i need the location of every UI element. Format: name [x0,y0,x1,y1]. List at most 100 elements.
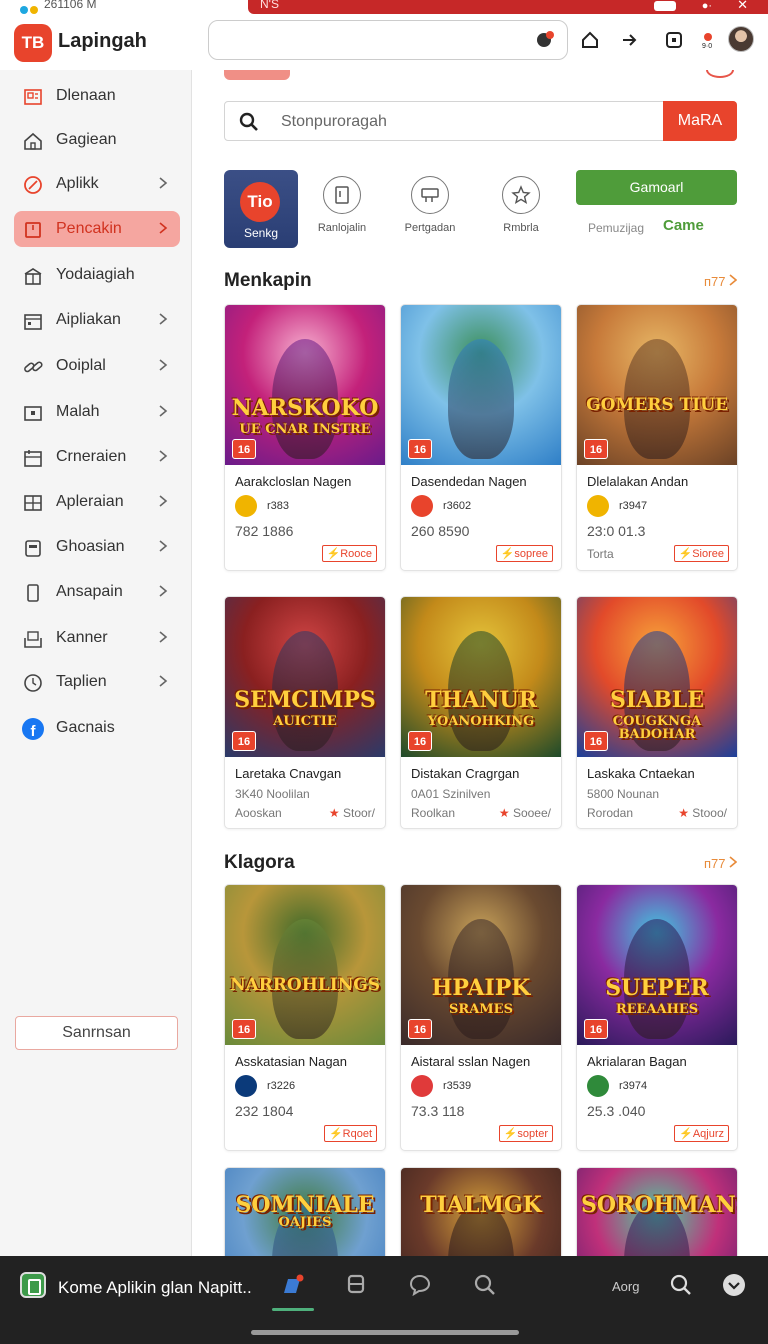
sidebar-item-label: Ooiplal [56,357,106,374]
notification-banner[interactable]: N'S ●· ✕ [248,0,768,14]
home-icon [24,132,42,150]
home-indicator [251,1330,519,1335]
game-card[interactable]: GOMERS TIUE 16 Dlelalakan Andan r3947 23:0 0… [576,304,738,571]
game-artwork: HPAIPK SRAMES 16 [401,885,561,1045]
rating[interactable]: ★ Stoor/ [329,806,375,820]
sidebar-item[interactable]: Pencakin [14,211,180,247]
sidebar-item[interactable]: Dlenaan [14,78,180,114]
main-search-field[interactable]: Stonpuroragah MaRA [224,101,737,141]
game-card[interactable]: HPAIPK SRAMES 16 Aistaral sslan Nagen r3539 7… [400,884,562,1151]
get-button[interactable]: ⚡Rooce [321,545,377,562]
game-card[interactable]: 16 Dasendedan Nagen r3602 260 8590 ⚡sopree [400,304,562,571]
game-card[interactable]: SOROHMANS [576,1167,738,1256]
user-avatar[interactable] [728,26,754,52]
sidebar-item[interactable]: f Gacnais [14,710,180,746]
get-button[interactable]: ⚡Aqjurz [674,1125,729,1142]
tablet-icon[interactable] [660,26,688,54]
get-button[interactable]: ⚡Sioree [673,545,729,562]
sidebar-item[interactable]: Ansapain [14,574,180,610]
chevron-right-icon [159,540,168,552]
search-button[interactable]: MaRA [663,101,737,141]
sidebar-item[interactable]: Apleraian [14,484,180,520]
top-search-input[interactable] [208,20,568,60]
game-title: Dlelalakan Andan [587,474,689,489]
close-icon[interactable]: ✕ [737,0,748,13]
green-link[interactable]: Came [663,217,704,234]
get-button[interactable]: ⚡sopter [498,1125,553,1142]
game-card[interactable]: NARSKOKO UE CNAR INSTRE 16 Aarakcloslan Nag… [224,304,386,571]
section-more-link[interactable]: ᴨ77 [704,274,738,289]
phone-icon [27,584,39,602]
sidebar-footer-button[interactable]: Sanrnsan [15,1016,178,1050]
age-badge: 16 [584,731,608,751]
sidebar-item[interactable]: Gagiean [14,122,180,158]
search-icon[interactable] [473,1273,497,1297]
category-item[interactable]: Ranlojalin [302,176,382,234]
sidebar-item[interactable]: Ghoasian [14,529,180,565]
game-title: Laskaka Cntaekan [587,766,695,781]
status-time: 261106 M [44,0,97,11]
battery-icon [654,1,676,11]
category-item[interactable]: Pertgadan [390,176,470,234]
home-icon[interactable] [576,26,604,54]
game-card[interactable]: SEMCIMPS AUICTIE 16 Laretaka Cnavgan 3K40 No… [224,596,386,829]
age-badge: 16 [408,1019,432,1039]
sidebar-item[interactable]: Crneraien [14,439,180,475]
sidebar-item[interactable]: Kanner [14,620,180,656]
link-icon [24,361,43,373]
get-button[interactable]: ⚡sopree [495,545,553,562]
rating[interactable]: ★ Sooee/ [499,806,551,820]
bus-icon[interactable] [344,1273,368,1297]
game-stats: 73.3 118 [411,1103,465,1119]
featured-category[interactable]: Tio Senkg [224,170,298,248]
alert-icon[interactable]: 9·0 [694,26,722,54]
game-card[interactable]: SUEPER REEAAHES 16 Akrialaran Bagan r3974 25.… [576,884,738,1151]
get-button[interactable]: ⚡Rqoet [323,1125,377,1142]
chevron-right-icon [159,585,168,597]
developer-icon [587,495,609,517]
app-logo[interactable]: TB [14,24,52,62]
game-subtitle: 5800 Nounan [587,787,660,801]
character-figure [448,339,514,459]
sidebar-item[interactable]: Taplien [14,664,180,700]
sidebar-item[interactable]: Aplikk [14,166,180,202]
search-icon[interactable] [669,1273,693,1297]
wallet-icon [24,406,42,421]
more-label: ᴨ77 [704,856,726,871]
star-icon: ★ [678,806,689,820]
game-artwork: SOROHMANS [577,1168,737,1256]
age-badge: 16 [232,1019,256,1039]
sidebar-item[interactable]: Malah [14,394,180,430]
notification-bell-icon[interactable] [535,30,555,50]
game-card[interactable]: THANUR YOANOHKING 16 Distakan Cragrgan 0A01 … [400,596,562,829]
card-footer-label: Torta [587,546,614,561]
share-icon[interactable] [615,26,643,54]
game-meta: r383 [267,500,290,512]
sidebar-item[interactable]: Yodaiagiah [14,257,180,293]
tag-icon [24,176,42,194]
section-more-link[interactable]: ᴨ77 [704,856,738,871]
category-label: Rmbrla [503,222,539,234]
game-card[interactable]: SIABLE COUGKNGA BADOHAR 16 Laskaka Cntaekan… [576,596,738,829]
app-icon[interactable] [20,1272,46,1298]
sidebar: Dlenaan Gagiean Aplikk Pencakin Yodaiagiah Ai… [0,70,192,1256]
sidebar-item-label: Yodaiagiah [56,266,135,283]
sidebar-item-label: Crneraien [56,448,127,465]
sidebar-item[interactable]: Ooiplal [14,348,180,384]
chevron-right-icon [729,274,738,286]
chevron-down-icon[interactable] [722,1273,746,1297]
category-item[interactable]: Rmbrla [481,176,561,234]
game-card[interactable]: SOMNIALE OAJIES [224,1167,386,1256]
store-tab-icon[interactable] [280,1273,304,1297]
game-card[interactable]: NARROHLINGS 16 Asskatasian Nagan r3226 232 1… [224,884,386,1151]
green-action-button[interactable]: Gamoarl [576,170,737,205]
chat-icon[interactable] [408,1273,432,1297]
bottom-title: Kome Aplikin glan Napitt.. [58,1278,252,1297]
get-button-label: Aqjurz [692,1128,724,1140]
sidebar-item[interactable]: Aipliakan [14,302,180,338]
game-card[interactable]: TIALMGK [400,1167,562,1256]
game-art-subtitle: SRAMES [449,1002,513,1017]
rating[interactable]: ★ Stooo/ [678,806,727,820]
bottom-bar: Kome Aplikin glan Napitt.. Aorg [0,1256,768,1344]
bookmark-icon [25,222,41,238]
